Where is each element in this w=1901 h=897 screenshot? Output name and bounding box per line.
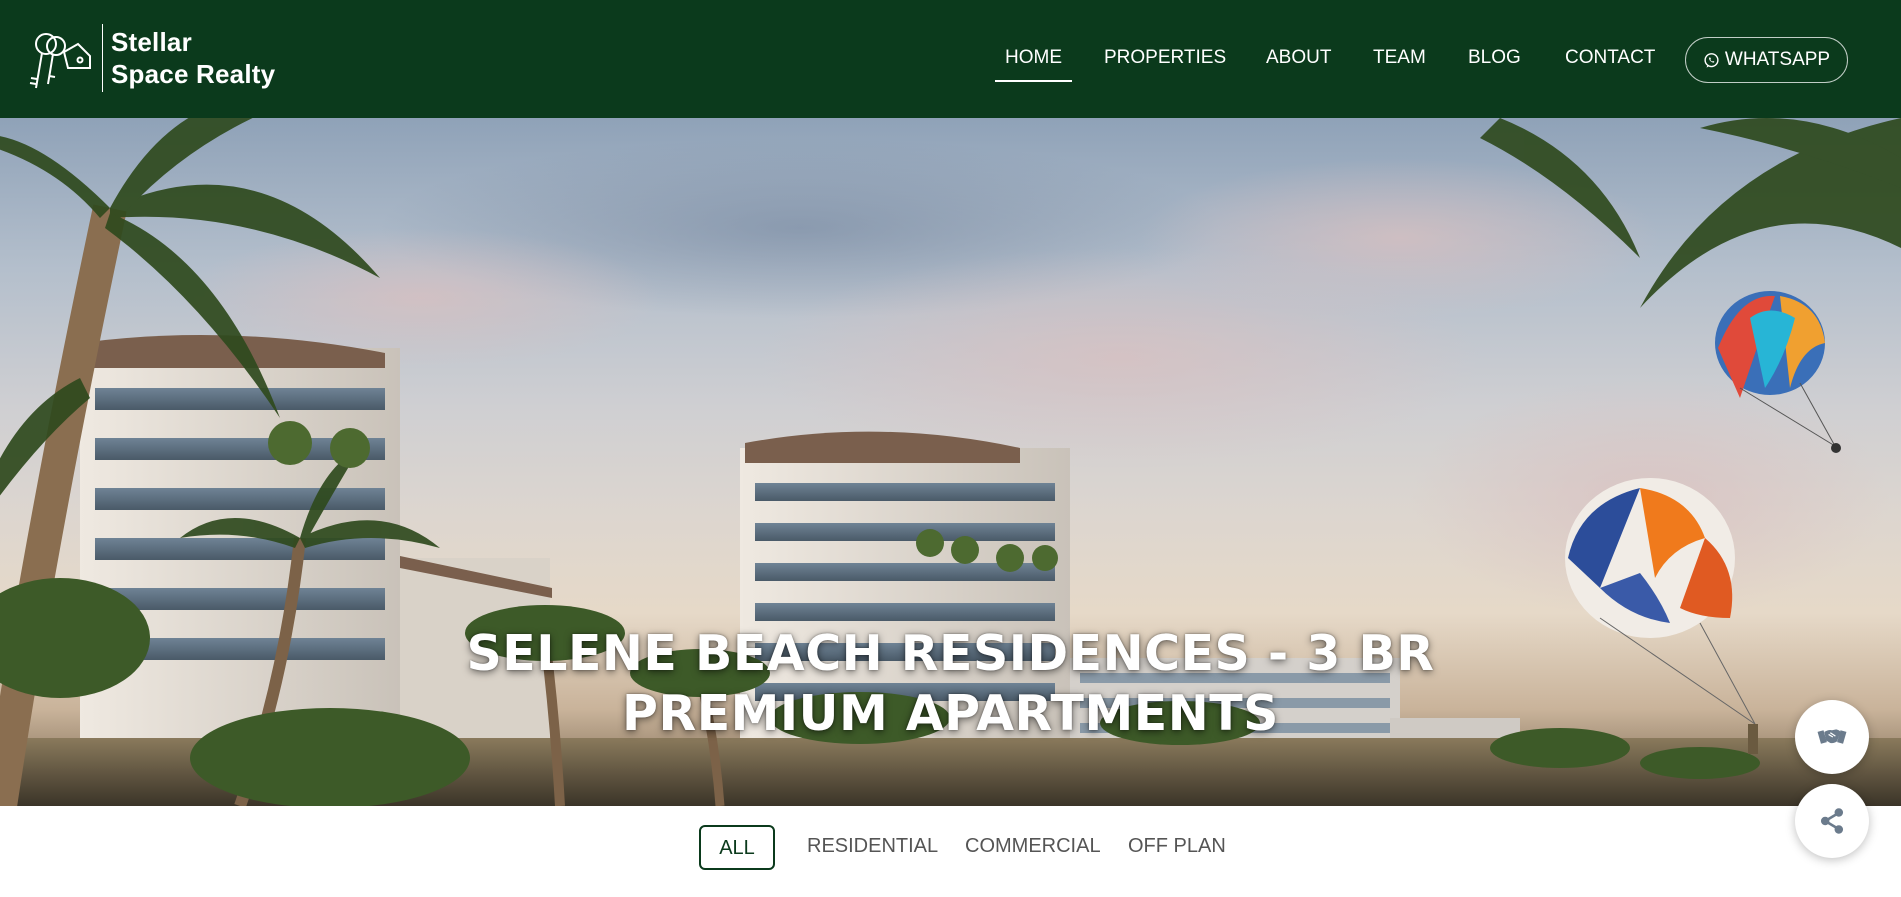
handshake-icon xyxy=(1817,729,1847,744)
filter-tab-off-plan[interactable]: OFF PLAN xyxy=(1128,825,1226,870)
keys-house-logo-icon xyxy=(29,33,91,89)
brand-logo-link[interactable]: Stellar Space Realty xyxy=(20,22,275,94)
nav-item-home[interactable]: HOME xyxy=(995,40,1072,82)
whatsapp-icon xyxy=(1704,52,1719,68)
handshake-button[interactable] xyxy=(1795,700,1869,774)
share-button[interactable] xyxy=(1795,784,1869,858)
brand-divider xyxy=(102,24,103,92)
filter-tab-all[interactable]: ALL xyxy=(699,825,775,870)
hero-banner: SELENE BEACH RESIDENCES - 3 BR PREMIUM A… xyxy=(0,118,1901,806)
filter-tab-commercial[interactable]: COMMERCIAL xyxy=(965,825,1101,870)
nav-item-contact[interactable]: CONTACT xyxy=(1565,40,1655,76)
whatsapp-button[interactable]: WHATSAPP xyxy=(1685,37,1848,83)
nav-item-properties[interactable]: PROPERTIES xyxy=(1104,40,1226,76)
nav-item-about[interactable]: ABOUT xyxy=(1266,40,1331,76)
share-icon xyxy=(1820,808,1844,834)
brand-name: Stellar Space Realty xyxy=(111,27,276,89)
site-header: Stellar Space Realty HOME PROPERTIES ABO… xyxy=(0,0,1901,118)
filter-tab-residential[interactable]: RESIDENTIAL xyxy=(807,825,938,870)
hero-title: SELENE BEACH RESIDENCES - 3 BR PREMIUM A… xyxy=(466,625,1435,742)
nav-item-team[interactable]: TEAM xyxy=(1373,40,1426,76)
whatsapp-label: WHATSAPP xyxy=(1724,49,1831,70)
nav-item-blog[interactable]: BLOG xyxy=(1468,40,1521,76)
property-filter-tabs: ALL RESIDENTIAL COMMERCIAL OFF PLAN xyxy=(0,806,1901,897)
